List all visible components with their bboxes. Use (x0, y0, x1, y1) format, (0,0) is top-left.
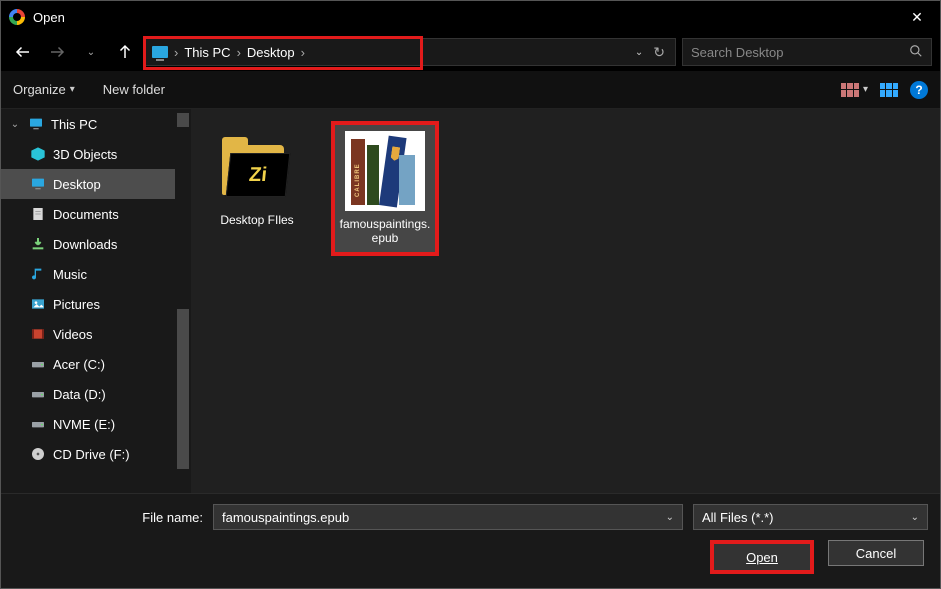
pc-icon (27, 116, 45, 132)
titlebar: Open ✕ (1, 1, 940, 33)
tree-item-documents[interactable]: Documents (1, 199, 191, 229)
breadcrumb-root[interactable]: This PC (184, 45, 230, 60)
tree-root-label: This PC (51, 117, 97, 132)
drive-icon (29, 356, 47, 372)
file-item-folder[interactable]: Zi Desktop FIles (203, 121, 311, 233)
new-folder-button[interactable]: New folder (103, 82, 165, 97)
tree-item-label: CD Drive (F:) (53, 447, 130, 462)
desktop-icon (29, 176, 47, 192)
filename-label: File name: (13, 510, 203, 525)
videos-icon (29, 326, 47, 342)
chrome-icon (9, 9, 25, 25)
preview-icon (880, 83, 898, 97)
filename-input[interactable]: famouspaintings.epub ⌄ (213, 504, 683, 530)
scrollbar-thumb[interactable] (177, 309, 189, 469)
view-icon (841, 83, 859, 97)
open-button[interactable]: Open (710, 540, 814, 574)
history-dropdown[interactable]: ⌄ (77, 38, 105, 66)
tree-item-music[interactable]: Music (1, 259, 191, 289)
tree-root-this-pc[interactable]: ⌄ This PC (1, 109, 191, 139)
drive-icon (29, 386, 47, 402)
document-icon (29, 206, 47, 222)
dialog-footer: File name: famouspaintings.epub ⌄ All Fi… (1, 493, 940, 588)
address-dropdown-icon[interactable]: ⌄ (635, 47, 643, 58)
sidebar-scrollbar[interactable] (175, 109, 191, 493)
music-icon (29, 266, 47, 282)
cancel-label: Cancel (856, 546, 896, 561)
search-input[interactable] (691, 45, 909, 60)
tree-item-cd-drive[interactable]: CD Drive (F:) (1, 439, 191, 469)
help-button[interactable]: ? (910, 81, 928, 99)
up-button[interactable] (111, 38, 139, 66)
chevron-down-icon: ▾ (863, 84, 868, 95)
address-bar[interactable]: › This PC › Desktop › ⌄ ↻ (145, 38, 676, 66)
tree-item-label: Videos (53, 327, 93, 342)
close-button[interactable]: ✕ (894, 1, 940, 33)
breadcrumb-sep-icon: › (174, 45, 178, 60)
drive-icon (29, 416, 47, 432)
file-item-epub[interactable]: CALIBRE famouspaintings.epub (331, 121, 439, 256)
pictures-icon (29, 296, 47, 312)
breadcrumb-sep-icon: › (301, 45, 305, 60)
pc-icon (152, 46, 168, 58)
tree-item-label: Music (53, 267, 87, 282)
tree-item-label: Desktop (53, 177, 101, 192)
organize-menu[interactable]: Organize ▾ (13, 82, 75, 97)
view-mode-button[interactable]: ▾ (841, 83, 868, 97)
cube-icon (29, 146, 47, 162)
preview-pane-button[interactable] (880, 83, 898, 97)
folder-icon: Zi (217, 127, 297, 207)
scroll-up-icon[interactable] (177, 113, 189, 127)
back-button[interactable] (9, 38, 37, 66)
tree-item-label: Acer (C:) (53, 357, 105, 372)
tree-item-label: 3D Objects (53, 147, 117, 162)
sidebar: ⌄ This PC 3D Objects Desktop Document (1, 109, 191, 493)
chevron-down-icon: ⌄ (9, 119, 21, 130)
tree-item-label: Pictures (53, 297, 100, 312)
file-list[interactable]: Zi Desktop FIles CALIBRE famouspaintings… (191, 109, 940, 493)
chevron-down-icon[interactable]: ⌄ (666, 512, 674, 523)
breadcrumb-sep-icon: › (237, 45, 241, 60)
toolbar: Organize ▾ New folder ▾ ? (1, 71, 940, 109)
tree-item-videos[interactable]: Videos (1, 319, 191, 349)
tree-item-label: Data (D:) (53, 387, 106, 402)
organize-label: Organize (13, 82, 66, 97)
open-label: Open (746, 550, 778, 565)
tree-item-downloads[interactable]: Downloads (1, 229, 191, 259)
refresh-icon[interactable]: ↻ (653, 44, 665, 61)
navbar: ⌄ › This PC › Desktop › ⌄ ↻ (1, 33, 940, 71)
chevron-down-icon[interactable]: ⌄ (911, 512, 919, 523)
tree-item-pictures[interactable]: Pictures (1, 289, 191, 319)
tree-item-drive-c[interactable]: Acer (C:) (1, 349, 191, 379)
file-label: famouspaintings.epub (337, 217, 433, 246)
file-open-dialog: Open ✕ ⌄ › This PC › Desktop › ⌄ ↻ (0, 0, 941, 589)
download-icon (29, 236, 47, 252)
tree-item-label: Downloads (53, 237, 117, 252)
tree-item-desktop[interactable]: Desktop (1, 169, 191, 199)
dialog-body: ⌄ This PC 3D Objects Desktop Document (1, 109, 940, 493)
search-icon[interactable] (909, 44, 923, 61)
tree-item-drive-e[interactable]: NVME (E:) (1, 409, 191, 439)
filename-value: famouspaintings.epub (222, 510, 349, 525)
disc-icon (29, 446, 47, 462)
new-folder-label: New folder (103, 82, 165, 97)
tree-item-label: NVME (E:) (53, 417, 115, 432)
tree-item-label: Documents (53, 207, 119, 222)
cancel-button[interactable]: Cancel (828, 540, 924, 566)
chevron-down-icon: ▾ (70, 84, 75, 95)
forward-button[interactable] (43, 38, 71, 66)
search-box[interactable] (682, 38, 932, 66)
file-label: Desktop FIles (220, 213, 293, 227)
tree-item-3d-objects[interactable]: 3D Objects (1, 139, 191, 169)
filter-label: All Files (*.*) (702, 510, 774, 525)
window-title: Open (33, 10, 65, 25)
breadcrumb-leaf[interactable]: Desktop (247, 45, 295, 60)
epub-icon: CALIBRE (345, 131, 425, 211)
tree-item-drive-d[interactable]: Data (D:) (1, 379, 191, 409)
file-type-filter[interactable]: All Files (*.*) ⌄ (693, 504, 928, 530)
